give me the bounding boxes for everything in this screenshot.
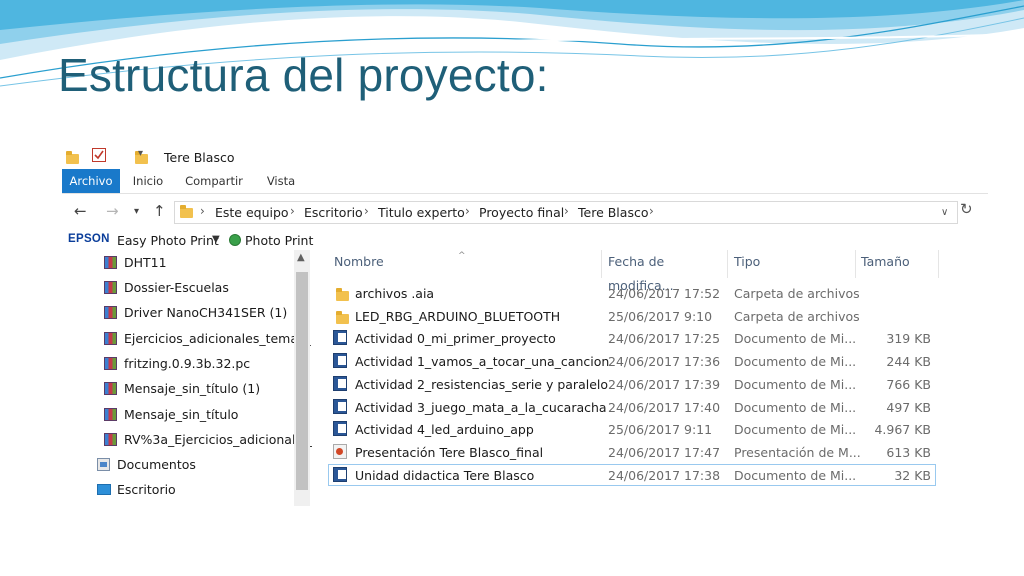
file-row[interactable]: Actividad 3_juego_mata_a_la_cucaracha 24…	[328, 396, 936, 418]
up-arrow-icon[interactable]: ↑	[153, 202, 166, 220]
tab-vista[interactable]: Vista	[262, 169, 300, 193]
rar-archive-icon	[104, 256, 117, 269]
word-doc-icon	[333, 353, 347, 368]
file-row[interactable]: Presentación Tere Blasco_final 24/06/201…	[328, 441, 936, 463]
photo-print-icon	[229, 234, 241, 246]
easy-photo-print-button[interactable]: Easy Photo Print	[117, 233, 219, 248]
chevron-right-icon[interactable]: ›	[290, 204, 295, 218]
word-doc-icon	[333, 467, 347, 482]
rar-archive-icon	[104, 408, 117, 421]
recent-locations-icon[interactable]: ▾	[134, 206, 139, 217]
folder-icon	[336, 288, 349, 301]
tab-compartir[interactable]: Compartir	[184, 169, 244, 193]
rar-archive-icon	[104, 357, 117, 370]
file-row[interactable]: archivos .aia 24/06/2017 17:52 Carpeta d…	[328, 282, 936, 304]
properties-icon[interactable]	[92, 148, 106, 162]
epson-toolbar: EPSON Easy Photo Print ▼ Photo Print	[62, 232, 988, 250]
column-header-fecha[interactable]: Fecha de modifica...	[602, 250, 728, 293]
file-row[interactable]: Actividad 0_mi_primer_proyecto 24/06/201…	[328, 327, 936, 349]
address-bar[interactable]: › Este equipo › Escritorio › Titulo expe…	[174, 201, 958, 224]
word-doc-icon	[333, 330, 347, 345]
file-row[interactable]: LED_RBG_ARDUINO_BLUETOOTH 25/06/2017 9:1…	[328, 305, 936, 327]
scroll-up-icon[interactable]: ▲	[297, 252, 305, 263]
desktop-icon	[97, 484, 111, 495]
slide-title: Estructura del proyecto:	[58, 49, 549, 101]
chevron-right-icon[interactable]: ›	[465, 204, 470, 218]
file-explorer-window: ▾ Tere Blasco Archivo Inicio Compartir V…	[62, 144, 988, 506]
epson-logo: EPSON	[68, 233, 110, 245]
rar-archive-icon	[104, 281, 117, 294]
rar-archive-icon	[104, 306, 117, 319]
ribbon-tabs: Archivo Inicio Compartir Vista	[62, 169, 988, 194]
breadcrumb-titulo-experto[interactable]: Titulo experto	[378, 205, 465, 220]
dropdown-arrow-icon[interactable]: ▼	[212, 234, 220, 245]
file-row-selected[interactable]: Unidad didactica Tere Blasco 24/06/2017 …	[328, 464, 936, 486]
rar-archive-icon	[104, 382, 117, 395]
column-header-tamano[interactable]: Tamaño	[855, 250, 939, 278]
rar-archive-icon	[104, 332, 117, 345]
customize-toolbar-icon[interactable]: ▾	[138, 148, 143, 159]
chevron-right-icon[interactable]: ›	[564, 204, 569, 218]
address-row: ← → ▾ ↑ › Este equipo › Escritorio › Tit…	[62, 200, 988, 224]
forward-arrow-icon[interactable]: →	[106, 202, 119, 220]
file-row[interactable]: Actividad 1_vamos_a_tocar_una_cancion 24…	[328, 350, 936, 372]
breadcrumb-escritorio[interactable]: Escritorio	[304, 205, 363, 220]
sort-ascending-icon: ^	[458, 251, 466, 261]
column-header-nombre[interactable]: ^ Nombre	[328, 250, 602, 278]
folder-icon	[336, 311, 349, 324]
file-list: ^ Nombre Fecha de modifica... Tipo Tamañ…	[328, 250, 988, 506]
folder-icon	[180, 205, 193, 218]
refresh-icon[interactable]: ↻	[960, 200, 973, 218]
documents-icon	[97, 458, 110, 471]
breadcrumb-proyecto-final[interactable]: Proyecto final	[479, 205, 564, 220]
tab-inicio[interactable]: Inicio	[128, 169, 168, 193]
file-row[interactable]: Actividad 2_resistencias_serie y paralel…	[328, 373, 936, 395]
title-bar: ▾ Tere Blasco	[62, 144, 988, 170]
photo-print-button[interactable]: Photo Print	[245, 233, 313, 248]
chevron-down-icon[interactable]: ∨	[941, 207, 948, 218]
chevron-right-icon[interactable]: ›	[649, 204, 654, 218]
column-header-tipo[interactable]: Tipo	[728, 250, 856, 278]
word-doc-icon	[333, 421, 347, 436]
powerpoint-icon	[333, 444, 347, 459]
navigation-pane: DHT11 Dossier-Escuelas Driver NanoCH341S…	[62, 250, 312, 506]
breadcrumb-este-equipo[interactable]: Este equipo	[215, 205, 289, 220]
breadcrumb-tere-blasco[interactable]: Tere Blasco	[578, 205, 648, 220]
word-doc-icon	[333, 376, 347, 391]
word-doc-icon	[333, 399, 347, 414]
file-row[interactable]: Actividad 4_led_arduino_app 25/06/2017 9…	[328, 418, 936, 440]
chevron-right-icon[interactable]: ›	[364, 204, 369, 218]
folder-icon	[66, 151, 79, 164]
tab-archivo[interactable]: Archivo	[62, 169, 120, 193]
chevron-right-icon[interactable]: ›	[200, 204, 205, 218]
back-arrow-icon[interactable]: ←	[74, 202, 87, 220]
nav-scrollbar[interactable]: ▲	[294, 250, 310, 506]
scrollbar-thumb[interactable]	[296, 272, 308, 490]
rar-archive-icon	[104, 433, 117, 446]
window-title: Tere Blasco	[164, 150, 235, 165]
